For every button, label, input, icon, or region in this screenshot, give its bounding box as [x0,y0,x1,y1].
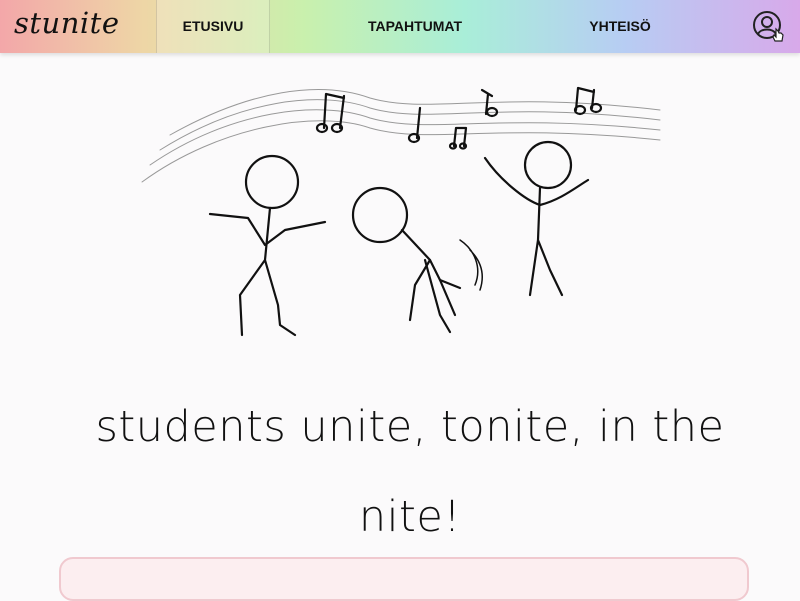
hero-illustration [130,70,670,354]
nav-item-tapahtumat[interactable]: TAPAHTUMAT [345,0,485,53]
user-profile-button[interactable] [751,9,785,43]
hero-headline: students unite, tonite, in the nite! [95,402,725,542]
user-circle-icon [753,11,784,42]
dancing-students-illustration [141,86,661,337]
top-navbar: stunite ETUSIVU TAPAHTUMAT YHTEISÖ [0,0,800,53]
nav-item-yhteiso[interactable]: YHTEISÖ [570,0,670,53]
app-logo[interactable]: stunite [14,6,119,40]
content-card [59,557,749,601]
nav-item-etusivu[interactable]: ETUSIVU [156,0,270,53]
